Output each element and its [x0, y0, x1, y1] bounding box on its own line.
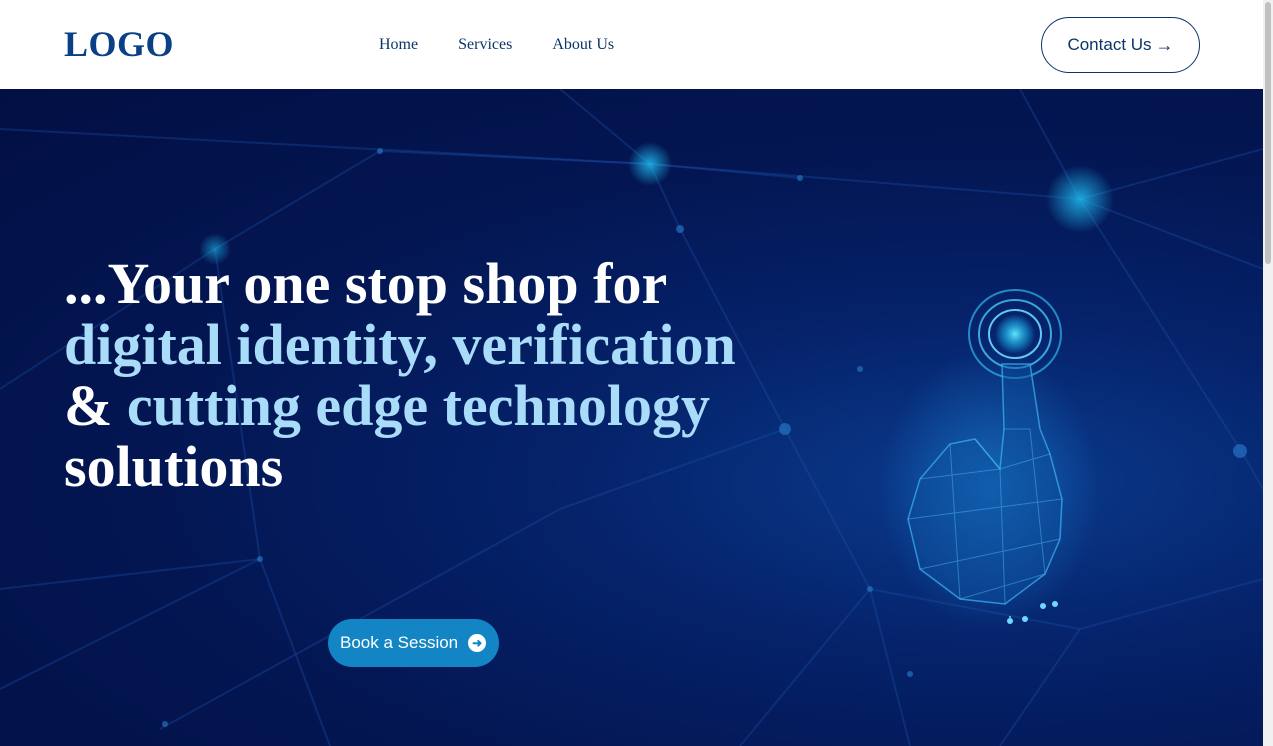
headline-line-2: digital identity, verification: [64, 312, 736, 377]
headline-line-1: ...Your one stop shop for: [64, 251, 668, 316]
book-session-label: Book a Session: [340, 633, 459, 652]
headline-line-3: & cutting edge technology: [64, 375, 824, 436]
site-header: LOGO Home Services About Us Contact Us →: [0, 0, 1263, 89]
headline-ampersand: &: [64, 373, 127, 438]
book-session-button[interactable]: Book a Session ➜: [328, 619, 499, 667]
touch-hand-illustration: [880, 289, 1100, 629]
nav-home[interactable]: Home: [379, 35, 418, 55]
hero-headline: ...Your one stop shop for digital identi…: [64, 253, 824, 497]
hero-section: ...Your one stop shop for digital identi…: [0, 89, 1263, 746]
nav-services[interactable]: Services: [458, 35, 512, 55]
arrow-circle-right-icon: ➜: [468, 634, 487, 652]
contact-us-label: Contact Us: [1067, 35, 1152, 54]
arrow-right-icon: →: [1155, 34, 1174, 55]
page-scrollbar[interactable]: [1263, 0, 1273, 746]
logo[interactable]: LOGO: [64, 24, 174, 64]
headline-line-3-highlight: cutting edge technology: [126, 373, 710, 438]
scrollbar-thumb[interactable]: [1265, 2, 1271, 264]
headline-line-4: solutions: [64, 434, 284, 499]
main-nav: Home Services About Us: [379, 35, 614, 55]
nav-about-us[interactable]: About Us: [552, 35, 614, 55]
contact-us-button[interactable]: Contact Us →: [1041, 17, 1200, 73]
